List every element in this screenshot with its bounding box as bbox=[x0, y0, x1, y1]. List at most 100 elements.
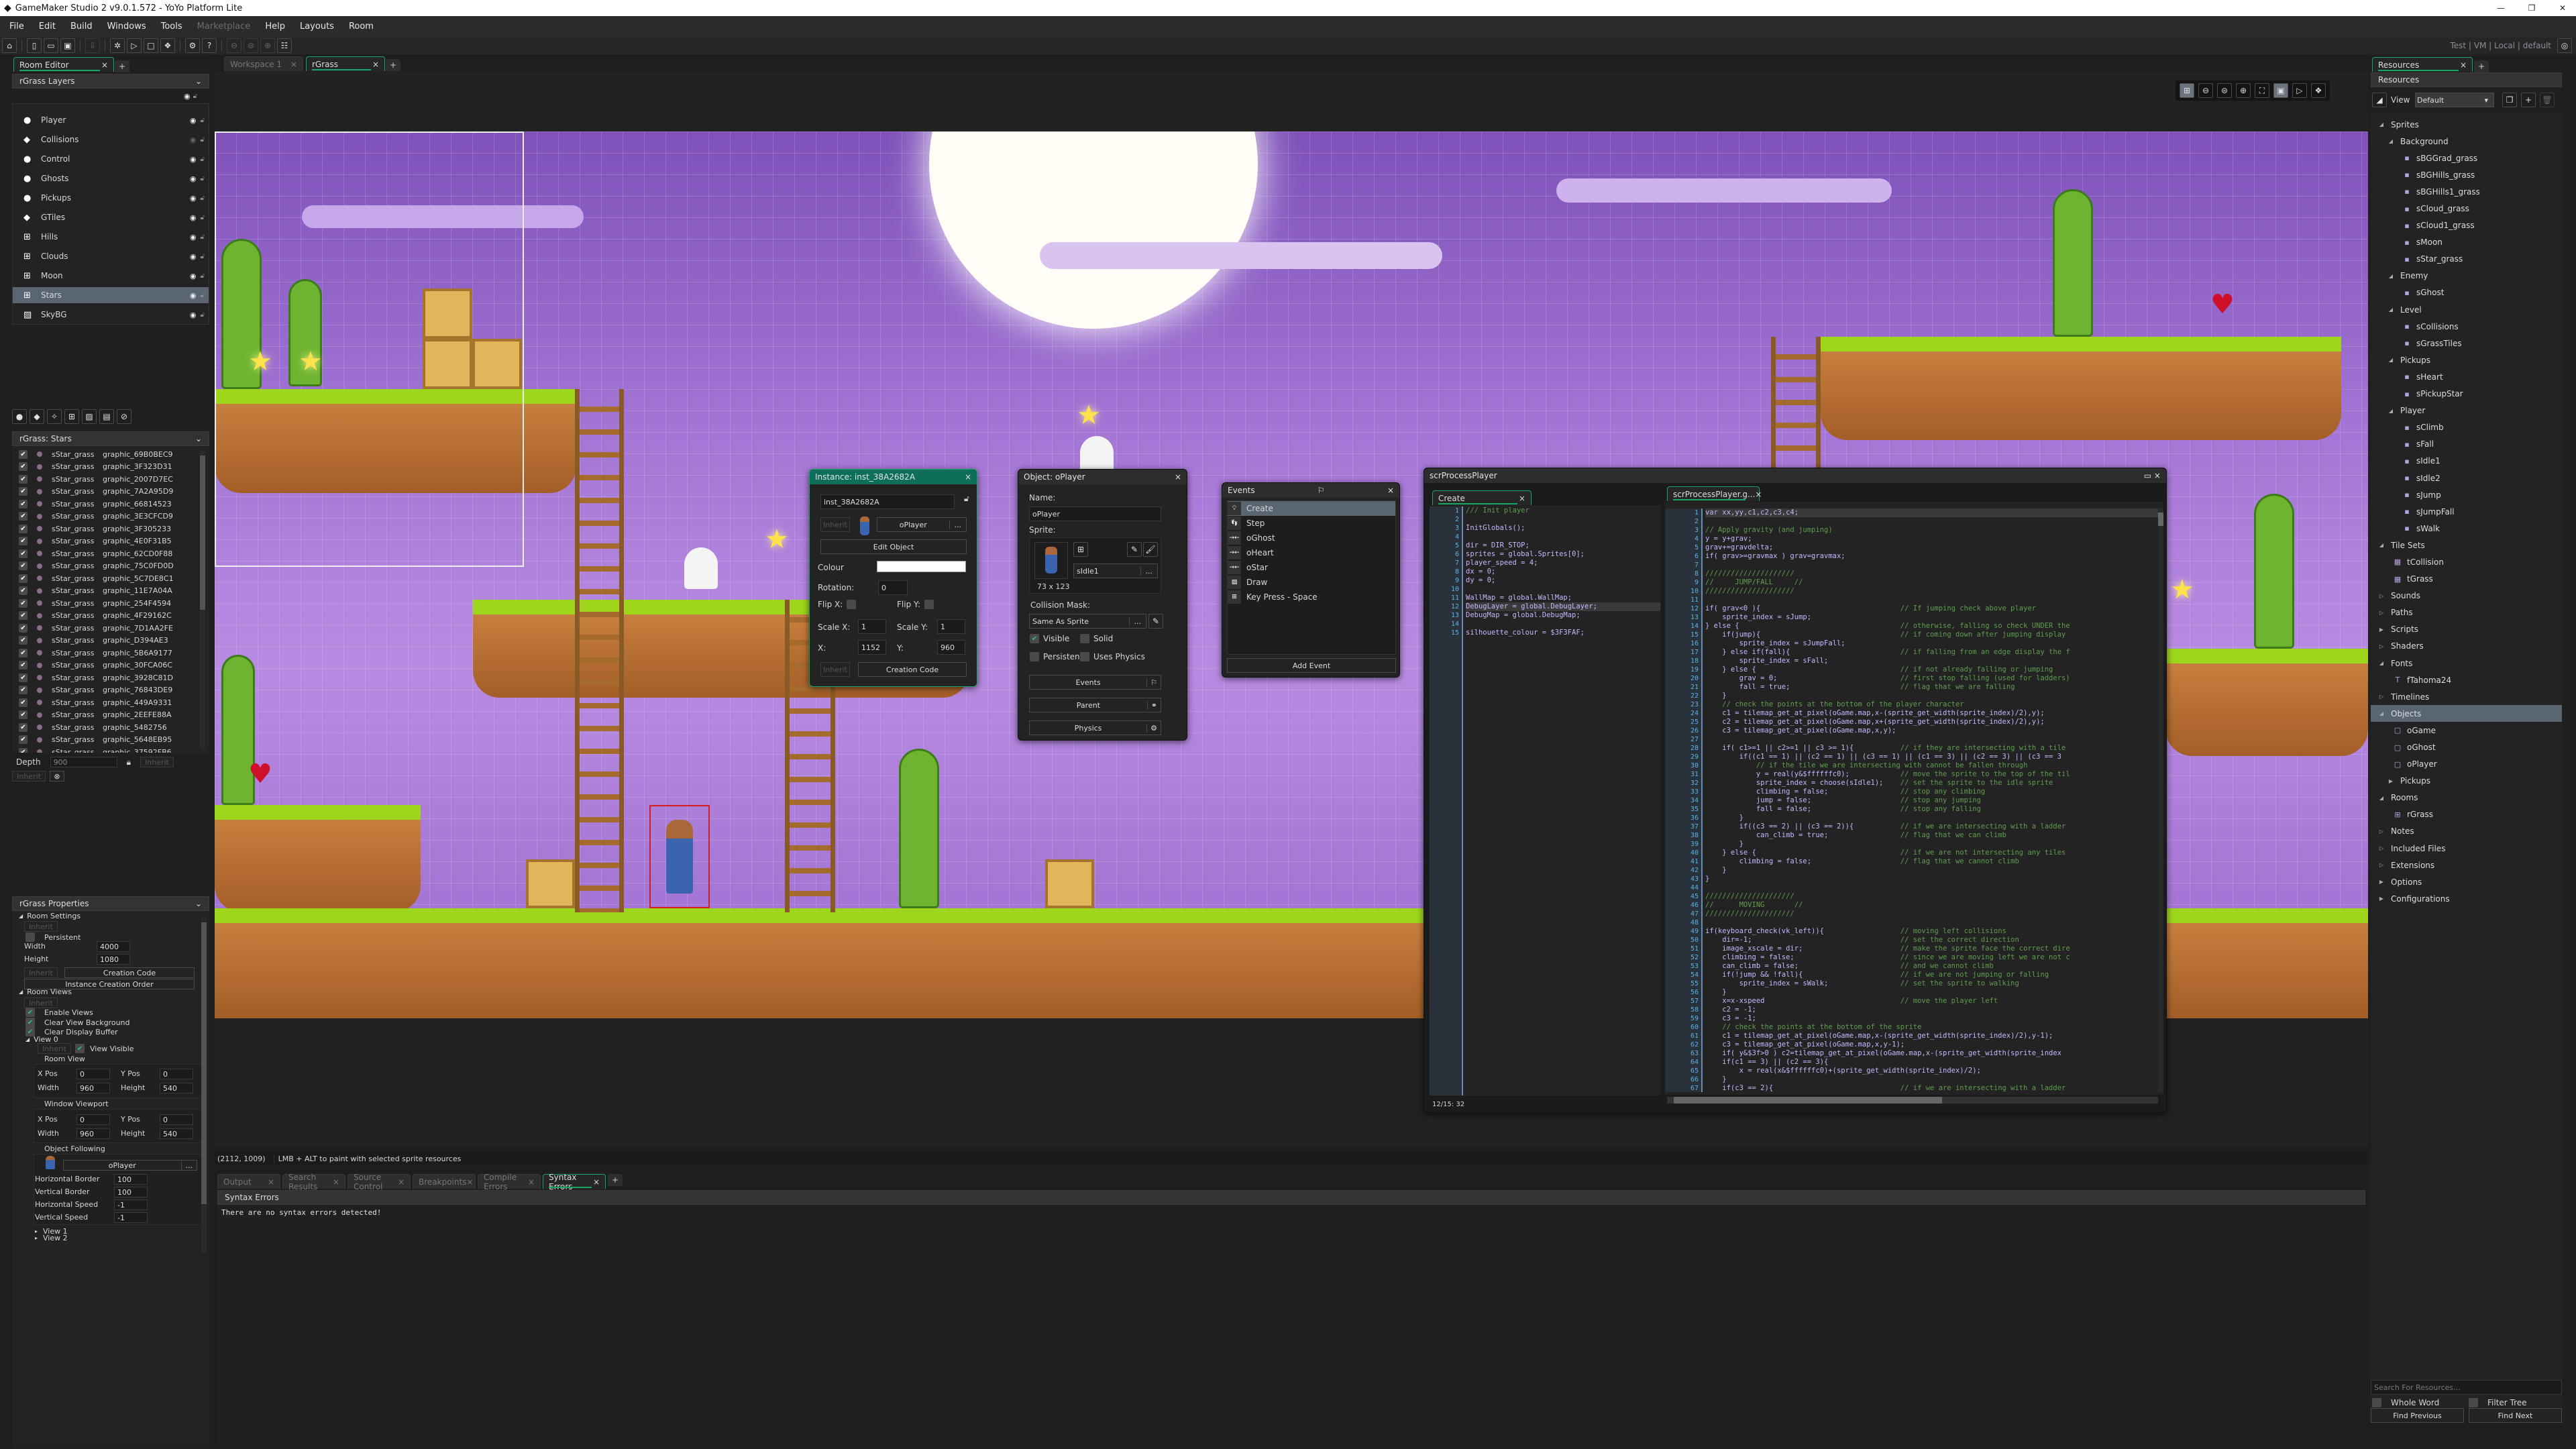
eye-icon[interactable]: ◉ bbox=[190, 252, 197, 261]
visible-checkbox[interactable]: ✔ bbox=[1030, 634, 1039, 643]
lock-icon[interactable]: 🔓︎ bbox=[201, 175, 205, 182]
resource-item[interactable]: ▪ sClimb bbox=[2371, 419, 2562, 436]
parent-button[interactable]: Parent ⚭ bbox=[1029, 698, 1161, 712]
asset-item[interactable]: ✔ sStar_grass graphic_4F29162C bbox=[12, 610, 172, 622]
resource-item[interactable]: ▪ sFall bbox=[2371, 436, 2562, 453]
asset-visible-checkbox[interactable]: ✔ bbox=[19, 673, 28, 682]
close-icon[interactable]: × bbox=[1755, 490, 1762, 499]
find-next-button[interactable]: Find Next bbox=[2469, 1408, 2562, 1423]
resource-folder[interactable]: ◢ Rooms bbox=[2371, 790, 2562, 806]
asset-visible-checkbox[interactable]: ✔ bbox=[19, 747, 28, 753]
layer-item[interactable]: ◆ Collisions ◉ 🔓︎ bbox=[13, 131, 209, 148]
uses-physics-checkbox[interactable] bbox=[1080, 652, 1089, 661]
target-icon[interactable]: ◎ bbox=[2557, 38, 2572, 53]
asset-visible-checkbox[interactable]: ✔ bbox=[19, 661, 28, 669]
find-previous-button[interactable]: Find Previous bbox=[2371, 1408, 2464, 1423]
resource-folder[interactable]: ▶ Pickups bbox=[2371, 773, 2562, 790]
flip-x-checkbox[interactable] bbox=[847, 600, 857, 609]
close-icon[interactable]: × bbox=[1519, 494, 1525, 503]
asset-visible-checkbox[interactable]: ✔ bbox=[19, 549, 28, 558]
y-input[interactable]: 960 bbox=[937, 640, 965, 655]
assets-header[interactable]: rGrass: Stars ⌄ bbox=[12, 431, 209, 446]
lock-icon[interactable]: 🔓︎ bbox=[201, 214, 205, 221]
search-resources-input[interactable]: Search For Resources... bbox=[2371, 1380, 2562, 1395]
maximize-button[interactable]: ❐ bbox=[2518, 3, 2545, 13]
device-manager-icon[interactable]: ☷ bbox=[277, 38, 292, 53]
zoom-reset-icon[interactable]: ⊜ bbox=[2217, 83, 2232, 98]
help-icon[interactable]: ? bbox=[202, 38, 217, 53]
layer-item[interactable]: ⊞ Clouds ◉ 🔓︎ bbox=[13, 248, 209, 264]
scale-x-input[interactable]: 1 bbox=[858, 619, 886, 634]
layer-item[interactable]: ⊞ Moon ◉ 🔓︎ bbox=[13, 268, 209, 284]
event-item[interactable]: 💡︎ Create bbox=[1228, 501, 1395, 516]
browse-button[interactable]: ... bbox=[180, 1161, 197, 1170]
lock-icon[interactable]: 🔓︎ bbox=[201, 117, 205, 124]
resource-folder[interactable]: ◢ Sprites bbox=[2371, 116, 2562, 133]
resource-item[interactable]: ▢ oGame bbox=[2371, 722, 2562, 739]
horizontal-speed-input[interactable]: -1 bbox=[114, 1199, 148, 1210]
eye-icon[interactable]: ◉ bbox=[190, 311, 197, 319]
resource-folder[interactable]: ▷ Extensions bbox=[2371, 857, 2562, 873]
zoom-out-icon[interactable]: ⊖ bbox=[227, 38, 241, 53]
layer-item[interactable]: ⊞ Hills ◉ 🔓︎ bbox=[13, 229, 209, 245]
open-project-icon[interactable]: ▭ bbox=[44, 38, 58, 53]
tab-rgrass[interactable]: rGrass × bbox=[306, 56, 385, 71]
inherit-button[interactable]: Inherit bbox=[140, 757, 174, 767]
resource-item[interactable]: ▪ sJump bbox=[2371, 486, 2562, 503]
asset-visible-checkbox[interactable]: ✔ bbox=[19, 524, 28, 533]
asset-item[interactable]: ✔ sStar_grass graphic_62CD0F88 bbox=[12, 547, 172, 559]
tab-search-results[interactable]: Search Results × bbox=[282, 1173, 345, 1191]
asset-item[interactable]: ✔ sStar_grass graphic_7D1AA2FE bbox=[12, 622, 173, 634]
lock-icon[interactable]: 🔓︎ bbox=[201, 195, 205, 202]
add-resource-icon[interactable]: + bbox=[2521, 93, 2536, 107]
zoom-in-icon[interactable]: ⊕ bbox=[260, 38, 275, 53]
close-icon[interactable]: × bbox=[593, 1177, 600, 1187]
delete-layer-icon[interactable]: ⊘ bbox=[117, 409, 131, 424]
lock-icon[interactable]: 🔓︎ bbox=[201, 253, 205, 260]
resource-item[interactable]: ▪ sCloud_grass bbox=[2371, 200, 2562, 217]
eye-icon[interactable]: ◉ bbox=[190, 174, 197, 183]
asset-item[interactable]: ✔ sStar_grass graphic_75C0FD0D bbox=[12, 560, 174, 572]
output-console[interactable]: There are no syntax errors detected! bbox=[217, 1205, 2365, 1447]
resource-item[interactable]: ▪ sPickupStar bbox=[2371, 386, 2562, 402]
horizontal-scrollbar[interactable] bbox=[1667, 1097, 2158, 1104]
object-select[interactable]: oPlayer... bbox=[877, 517, 967, 532]
filter-tree-checkbox[interactable] bbox=[2469, 1398, 2478, 1407]
resource-folder[interactable]: ▷ Shaders bbox=[2371, 638, 2562, 655]
resource-item[interactable]: ▦ tGrass bbox=[2371, 571, 2562, 588]
resource-item[interactable]: ▪ sStar_grass bbox=[2371, 251, 2562, 268]
viewport-xpos-input[interactable]: 0 bbox=[76, 1114, 110, 1125]
zoom-reset-icon[interactable]: ⊜ bbox=[244, 38, 258, 53]
resource-item[interactable]: ⊞ rGrass bbox=[2371, 806, 2562, 823]
resource-folder[interactable]: ◢ Background bbox=[2371, 133, 2562, 150]
asset-item[interactable]: ✔ sStar_grass graphic_5B6A9177 bbox=[12, 647, 172, 659]
tab-source-control[interactable]: Source Control × bbox=[347, 1173, 411, 1191]
close-window-button[interactable]: ✕ bbox=[2549, 3, 2576, 13]
browse-button[interactable]: ... bbox=[1128, 616, 1146, 626]
room-width-input[interactable]: 4000 bbox=[97, 941, 130, 952]
creation-code-button[interactable]: Creation Code bbox=[858, 662, 967, 677]
event-item[interactable]: 👣︎ Step bbox=[1228, 516, 1395, 531]
instance-window-title[interactable]: Instance: inst_38A2682A bbox=[815, 472, 915, 482]
layer-item[interactable]: ● Player ◉ 🔓︎ bbox=[13, 112, 209, 128]
resource-folder[interactable]: ◢ Enemy bbox=[2371, 268, 2562, 284]
close-icon[interactable]: × bbox=[528, 1177, 535, 1187]
asset-visible-checkbox[interactable]: ✔ bbox=[19, 611, 28, 620]
minimize-button[interactable]: — bbox=[2487, 3, 2514, 13]
resource-folder[interactable]: ▷ Notes bbox=[2371, 823, 2562, 840]
asset-item[interactable]: ✔ sStar_grass graphic_7A2A95D9 bbox=[12, 486, 173, 498]
eye-icon[interactable]: ◉ bbox=[190, 136, 197, 144]
asset-item[interactable]: ✔ sStar_grass graphic_2007D7EC bbox=[12, 473, 173, 485]
unlock-icon[interactable]: 🔓︎ bbox=[964, 494, 969, 504]
asset-item[interactable]: ✔ sStar_grass graphic_5C7DE8C1 bbox=[12, 572, 174, 584]
expand-icon[interactable]: ◢ bbox=[19, 913, 23, 919]
tab-compile-errors[interactable]: Compile Errors × bbox=[478, 1173, 541, 1191]
room-view-height-input[interactable]: 540 bbox=[160, 1083, 193, 1093]
add-event-button[interactable]: Add Event bbox=[1227, 658, 1396, 673]
asset-visible-checkbox[interactable]: ✔ bbox=[19, 735, 28, 744]
room-view-xpos-input[interactable]: 0 bbox=[76, 1069, 110, 1079]
new-sprite-icon[interactable]: ⊞ bbox=[1073, 542, 1088, 557]
resource-folder[interactable]: ▷ Timelines bbox=[2371, 688, 2562, 705]
event-item[interactable]: ⊞ Key Press - Space bbox=[1228, 590, 1395, 604]
viewport-width-input[interactable]: 960 bbox=[76, 1128, 110, 1139]
